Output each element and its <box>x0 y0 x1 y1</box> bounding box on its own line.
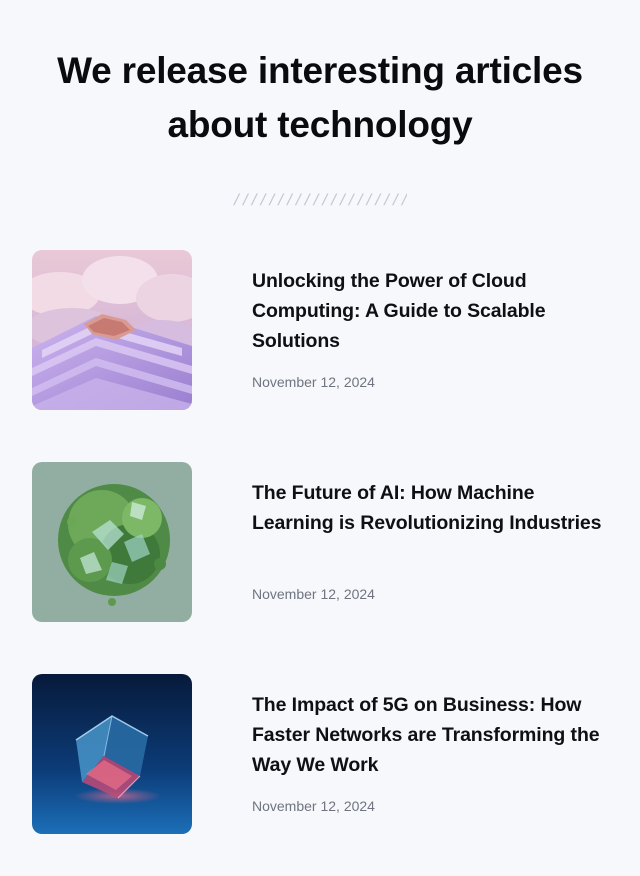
article-thumbnail-ai[interactable] <box>32 462 192 622</box>
green-crystal-sphere-image <box>32 462 192 622</box>
article-date: November 12, 2024 <box>252 586 375 602</box>
article-card[interactable]: Unlocking the Power of Cloud Computing: … <box>32 250 612 410</box>
article-thumbnail-5g[interactable] <box>32 674 192 834</box>
articles-section: We release interesting articles about te… <box>0 0 640 876</box>
article-date: November 12, 2024 <box>252 798 375 814</box>
decorative-divider: //////////////////// <box>233 192 407 208</box>
article-title[interactable]: Unlocking the Power of Cloud Computing: … <box>252 266 607 356</box>
cloud-steps-image <box>32 250 192 410</box>
section-title-line-2: about technology <box>167 104 473 145</box>
article-title[interactable]: The Impact of 5G on Business: How Faster… <box>252 690 607 780</box>
article-title[interactable]: The Future of AI: How Machine Learning i… <box>252 478 607 538</box>
article-date: November 12, 2024 <box>252 374 375 390</box>
section-title-line-1: We release interesting articles <box>57 50 583 91</box>
section-title: We release interesting articles about te… <box>0 44 640 152</box>
article-card[interactable]: The Impact of 5G on Business: How Faster… <box>32 674 612 834</box>
article-card[interactable]: The Future of AI: How Machine Learning i… <box>32 462 612 622</box>
glowing-glass-cube-image <box>32 674 192 834</box>
article-thumbnail-cloud[interactable] <box>32 250 192 410</box>
